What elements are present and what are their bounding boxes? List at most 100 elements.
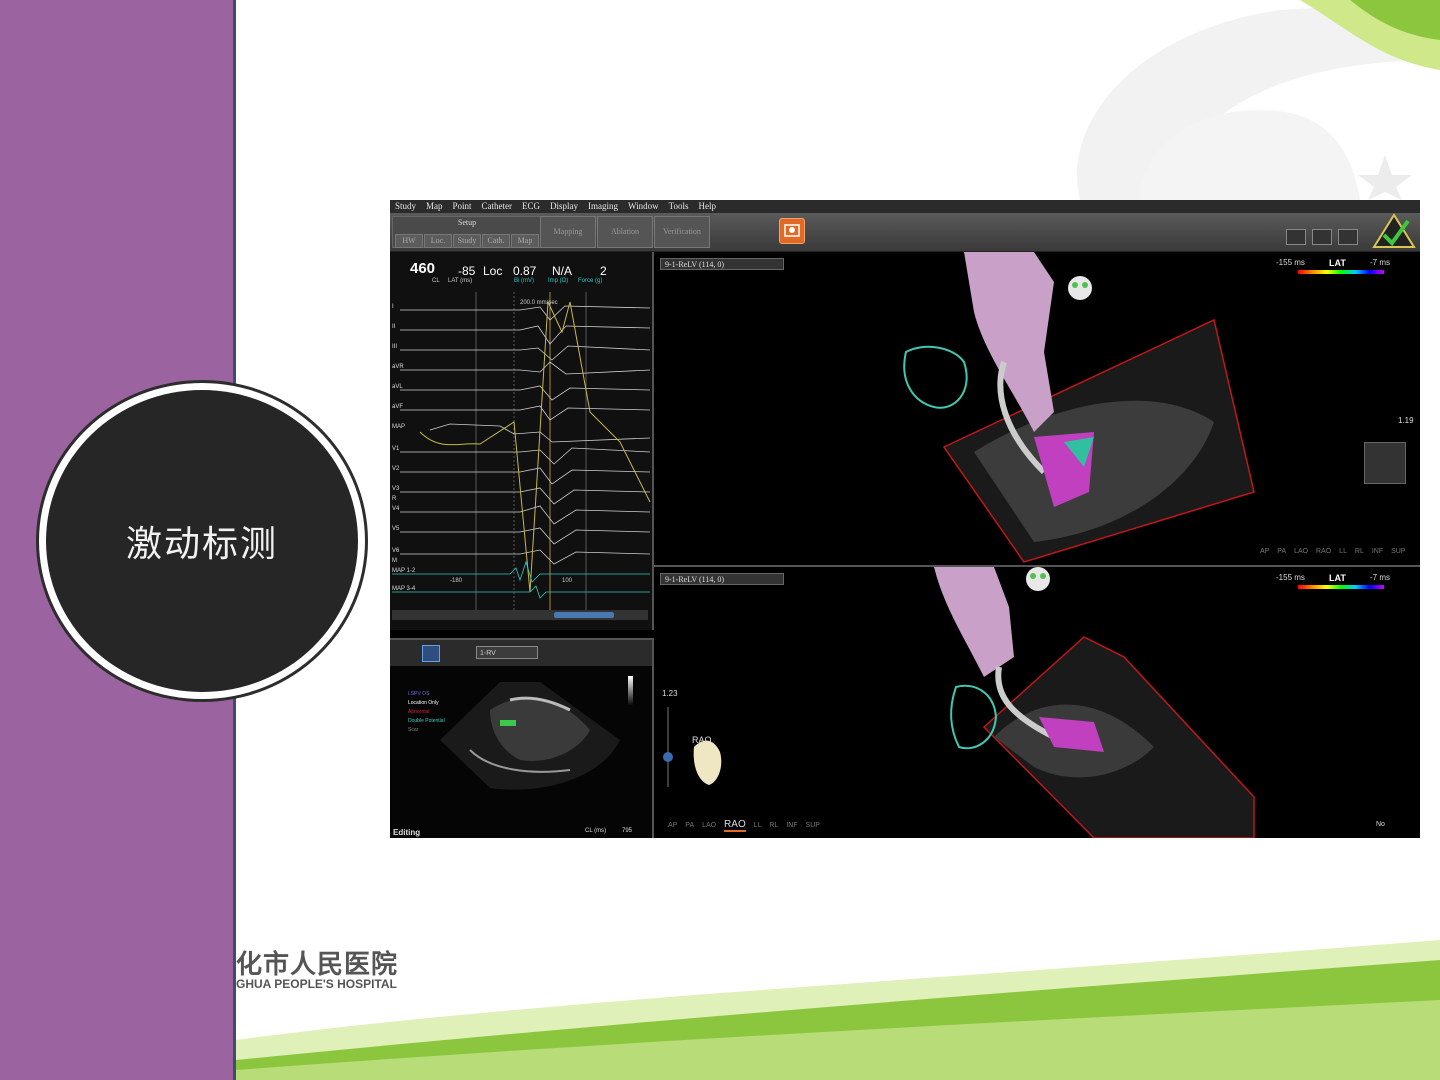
3d-map-render [663,567,1255,838]
imp-label: Imp (Ω) [548,278,569,284]
view-ap[interactable]: AP [1260,548,1269,555]
tab-study[interactable]: Study [453,234,481,248]
lead-label: MAP 3-4 [392,586,416,592]
ice-panel: 1-RV LSPV OS Location Only Abnormal Doub… [390,638,654,838]
cl-label: CL [432,278,440,284]
ecg-scrollbar[interactable] [392,610,648,620]
lead-label: MAP [392,424,406,430]
force-label: Force (g) [578,278,603,284]
lead-labels: I II III aVR aVL aVF MAP V1 V2 V3 R V4 V… [390,292,430,610]
tab-verification[interactable]: Verification [654,216,710,248]
menu-map[interactable]: Map [421,200,448,213]
view-buttons: AP PA LAO RAO LL RL INF SUP [1260,548,1411,555]
menu-point[interactable]: Point [448,200,477,213]
title-circle: 激动标测 [46,390,358,692]
zoom-value: 1.19 [1398,416,1414,425]
legend-item: Location Only [408,700,439,706]
menu-imaging[interactable]: Imaging [583,200,623,213]
view-sup[interactable]: SUP [806,822,820,829]
lat-label: LAT (ms) [448,278,473,284]
menu-window[interactable]: Window [623,200,664,213]
lead-label: aVL [392,384,403,390]
ice-toolbar: 1-RV [390,640,652,666]
ice-image [440,682,620,790]
lead-label: MAP 1-2 [392,568,416,574]
3d-map-render [903,252,1255,563]
view-rl[interactable]: RL [769,822,778,829]
status-check-icon[interactable] [1372,213,1416,249]
capture-button[interactable] [779,218,805,244]
monitor-red-icon[interactable] [1286,229,1306,245]
tab-loc[interactable]: Loc. [424,234,452,248]
view-rl[interactable]: RL [1355,548,1364,555]
legend-item: Abnormal [408,709,430,715]
window-left: -180 [450,578,463,584]
lead-label: aVF [392,404,404,410]
view-ll[interactable]: LL [1339,548,1347,555]
zoom-value: 1.23 [662,689,678,698]
slide-title: 激动标测 [125,524,278,565]
capture-icon [784,224,800,237]
tab-hw[interactable]: HW [395,234,423,248]
tab-ablation[interactable]: Ablation [597,216,653,248]
bi-value: 0.87 [513,264,537,278]
lead-label: I [392,304,394,310]
view-inf[interactable]: INF [1372,548,1383,555]
view-lao[interactable]: LAO [702,822,716,829]
view-ap[interactable]: AP [668,822,677,829]
lead-label: V4 [392,506,400,512]
menu-display[interactable]: Display [545,200,583,213]
orientation-label: RAO [692,735,712,745]
view-pa[interactable]: PA [1277,548,1286,555]
menu-ecg[interactable]: ECG [517,200,545,213]
monitor-orange-icon[interactable] [1312,229,1332,245]
heart-monitor-icon[interactable] [1338,229,1358,245]
editing-status: Editing [393,828,421,837]
view-pa[interactable]: PA [685,822,694,829]
grayscale-bar [628,676,633,706]
menu-catheter[interactable]: Catheter [477,200,518,213]
view-rao[interactable]: RAO [1316,548,1331,555]
workflow-toolbar: Setup HW Loc. Study Cath. Map Mapping Ab… [390,213,1420,252]
mapping-software-screenshot: Study Map Point Catheter ECG Display Ima… [390,200,1420,838]
window-right: 100 [562,578,573,584]
view-rao[interactable]: RAO [724,819,746,832]
hospital-logo-en: GHUA PEOPLE'S HOSPITAL [236,977,397,991]
view-ll[interactable]: LL [754,822,762,829]
legend-item: Double Potential [408,718,445,724]
lead-label: III [392,344,398,350]
lead-label: V6 [392,548,400,554]
map-view-bottom[interactable]: 9-1-ReLV (114, 0) -155 ms LAT -7 ms 1.23… [654,567,1420,838]
menu-study[interactable]: Study [390,200,421,213]
cl-value: 460 [410,260,436,277]
lead-label: V3 [392,486,400,492]
imp-value: N/A [552,264,573,278]
bottom-wave [236,940,1440,1080]
legend-item: LSPV OS [408,691,430,697]
ice-legend: LSPV OS Location Only Abnormal Double Po… [408,690,445,735]
mini-map-widget[interactable] [1364,442,1406,484]
cl-value: 795 [622,828,633,834]
cl-label: CL (ms) [585,828,607,834]
scrollbar-thumb[interactable] [554,612,614,618]
draw-tool-button[interactable] [422,645,440,662]
hospital-logo-cn: 化市人民医院 [236,950,399,980]
lead-label: R [392,496,397,502]
menu-bar: Study Map Point Catheter ECG Display Ima… [390,200,1420,213]
lat-value: -85 [458,264,476,278]
setup-label: Setup [457,218,477,227]
setup-group: Setup HW Loc. Study Cath. Map [392,216,542,248]
view-inf[interactable]: INF [786,822,797,829]
lead-label: aVR [392,364,404,370]
catheter-select[interactable]: 1-RV [476,646,538,659]
tab-mapping[interactable]: Mapping [540,216,596,248]
lead-label: V2 [392,466,400,472]
menu-tools[interactable]: Tools [664,200,694,213]
tab-map[interactable]: Map [511,234,539,248]
view-lao[interactable]: LAO [1294,548,1308,555]
view-sup[interactable]: SUP [1391,548,1405,555]
tab-cath[interactable]: Cath. [482,234,510,248]
map-view-top[interactable]: 9-1-ReLV (114, 0) -155 ms LAT -7 ms 1.19… [654,252,1420,567]
view-buttons: AP PA LAO RAO LL RL INF SUP [668,819,826,832]
menu-help[interactable]: Help [694,200,722,213]
